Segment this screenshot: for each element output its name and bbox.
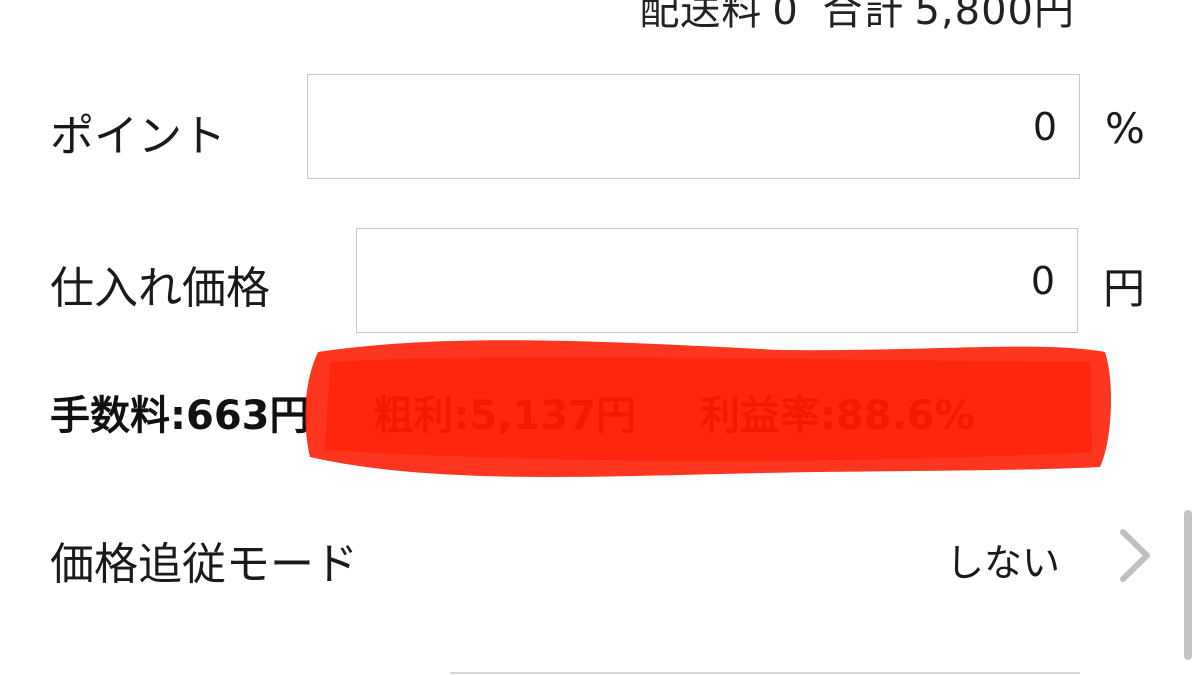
price-follow-value[interactable]: しない [946, 532, 1060, 587]
chevron-right-icon[interactable] [1115, 528, 1155, 583]
fee-stat: 手数料:663円 [50, 393, 310, 439]
price-follow-label: 価格追従モード [50, 539, 358, 590]
scrollbar[interactable] [1184, 510, 1192, 660]
total-label: 合計 [822, 0, 905, 34]
shipping-value: 0 [772, 0, 799, 34]
purchase-price-unit: 円 [1103, 264, 1146, 313]
point-input[interactable] [307, 74, 1080, 179]
profit-rate-stat: 利益率:88.6% [699, 393, 975, 439]
purchase-price-input[interactable] [356, 228, 1078, 333]
gross-profit-stat: 粗利:5,137円 [373, 393, 636, 439]
total-value: 5,800円 [914, 0, 1075, 34]
order-summary: 配送料 0 合計 5,800円 [629, 0, 1075, 36]
shipping-label: 配送料 [639, 0, 763, 34]
bottom-divider [450, 672, 1080, 674]
point-label: ポイント [50, 111, 226, 162]
point-unit: % [1105, 104, 1145, 153]
purchase-price-label: 仕入れ価格 [50, 263, 270, 314]
profit-stats: 手数料:663円 粗利:5,137円 利益率:88.6% [50, 383, 975, 441]
